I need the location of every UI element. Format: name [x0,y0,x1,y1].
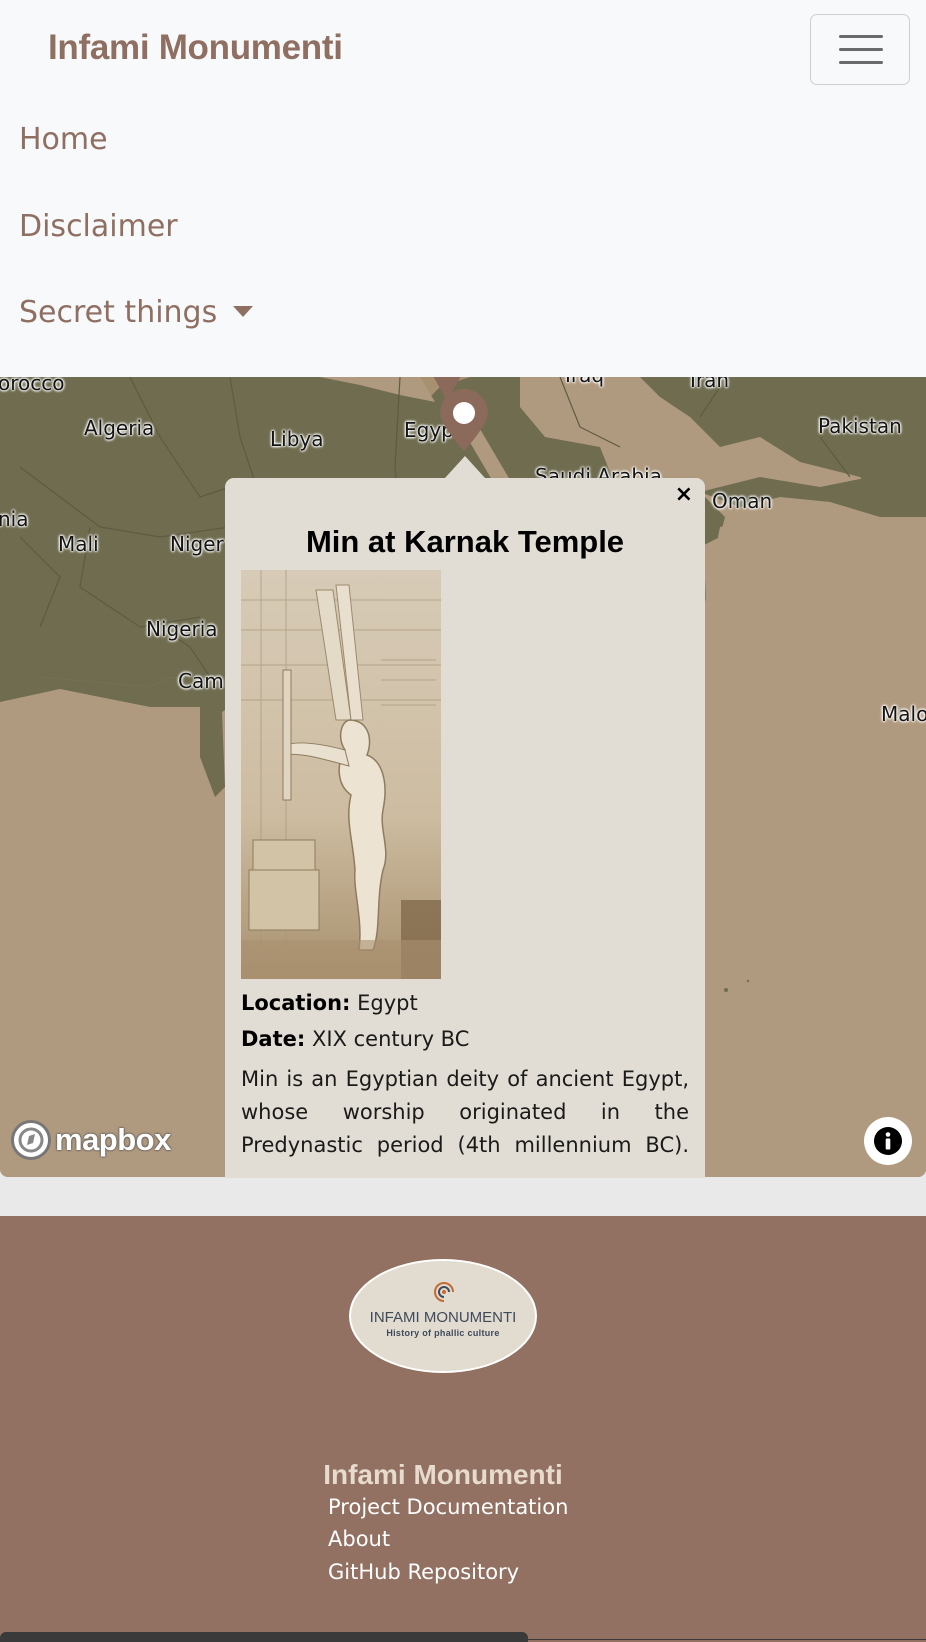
date-label: Date: [241,1027,306,1051]
brand-logo-text[interactable]: Infami Monumenti [48,28,343,68]
mapbox-icon [11,1120,51,1160]
nav-link-disclaimer[interactable]: Disclaimer [19,209,178,244]
footer-logo-name: INFAMI MONUMENTI [369,1309,517,1326]
hamburger-icon [839,35,883,38]
attribution-info-icon[interactable] [864,1117,912,1165]
hamburger-icon-bar [839,48,883,51]
footer: INFAMI MONUMENTI History of phallic cult… [0,1216,926,1642]
map-label-nigeria: Nigeria [146,617,218,641]
menu-toggle-button[interactable] [810,14,910,85]
map-label-maldives: Malo [881,702,926,726]
footer-logo[interactable]: INFAMI MONUMENTI History of phallic cult… [349,1259,537,1373]
map-label-pakistan: Pakistan [818,414,902,438]
dropdown-label: Secret things [19,295,218,330]
bottom-divider [528,1639,926,1640]
footer-link-about[interactable]: About [328,1527,390,1551]
nav-dropdown-secret-things[interactable]: Secret things [19,295,254,330]
footer-title: Infami Monumenti [323,1459,563,1490]
popup-description: Min is an Egyptian deity of ancient Egyp… [241,1067,689,1157]
nav-link-home[interactable]: Home [19,122,108,157]
map-label-mauritania: nia [0,507,29,531]
bottom-scrollbar[interactable] [0,1632,528,1642]
map-label-oman: Oman [712,489,773,513]
footer-link-project-documentation[interactable]: Project Documentation [328,1495,568,1519]
map-label-iran: Iran [690,377,730,392]
popup-title: Min at Karnak Temple [305,524,625,559]
date-value: XIX century BC [311,1027,470,1051]
location-label: Location: [241,991,351,1015]
map-label-iraq: Iraq [565,377,604,387]
caret-down-icon [233,306,254,317]
map-label-algeria: Algeria [84,416,155,440]
popup-location: Location: Egypt [241,991,418,1015]
map-label-libya: Libya [270,427,324,451]
close-icon[interactable]: × [675,482,693,507]
popup-date: Date: XIX century BC [241,1027,469,1051]
hamburger-icon-bar [839,61,883,64]
map-popup: × Min at Karnak Temple Location: Egypt D… [225,478,705,1178]
map-label-niger: Niger [170,532,224,556]
spiral-logo-icon [434,1282,454,1302]
relief-image-illustration [241,570,441,979]
popup-tip [445,456,485,478]
map-marker-pin-active[interactable] [438,387,490,453]
footer-link-github[interactable]: GitHub Repository [328,1560,519,1584]
map-label-cameroon: Cam [178,669,224,693]
mapbox-logo[interactable]: mapbox [11,1120,171,1160]
mapbox-wordmark: mapbox [55,1122,171,1157]
navbar: Infami Monumenti Home Disclaimer Secret … [0,0,926,377]
map-label-mali: Mali [58,532,99,556]
map-label-morocco: orocco [0,377,65,395]
location-value: Egypt [357,991,418,1015]
footer-logo-tagline: History of phallic culture [386,1328,500,1338]
monument-image [241,570,441,979]
